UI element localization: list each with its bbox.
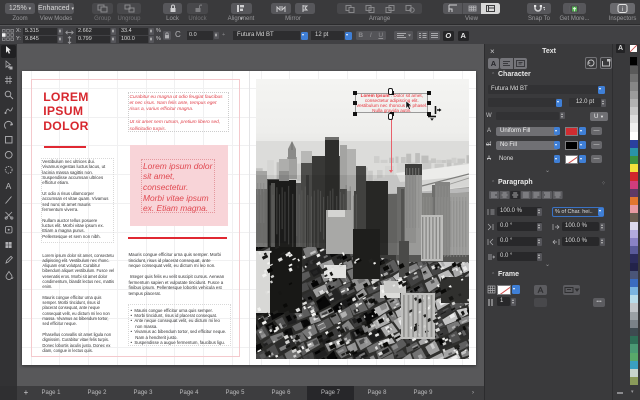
svg-text:i: i [622,6,623,13]
